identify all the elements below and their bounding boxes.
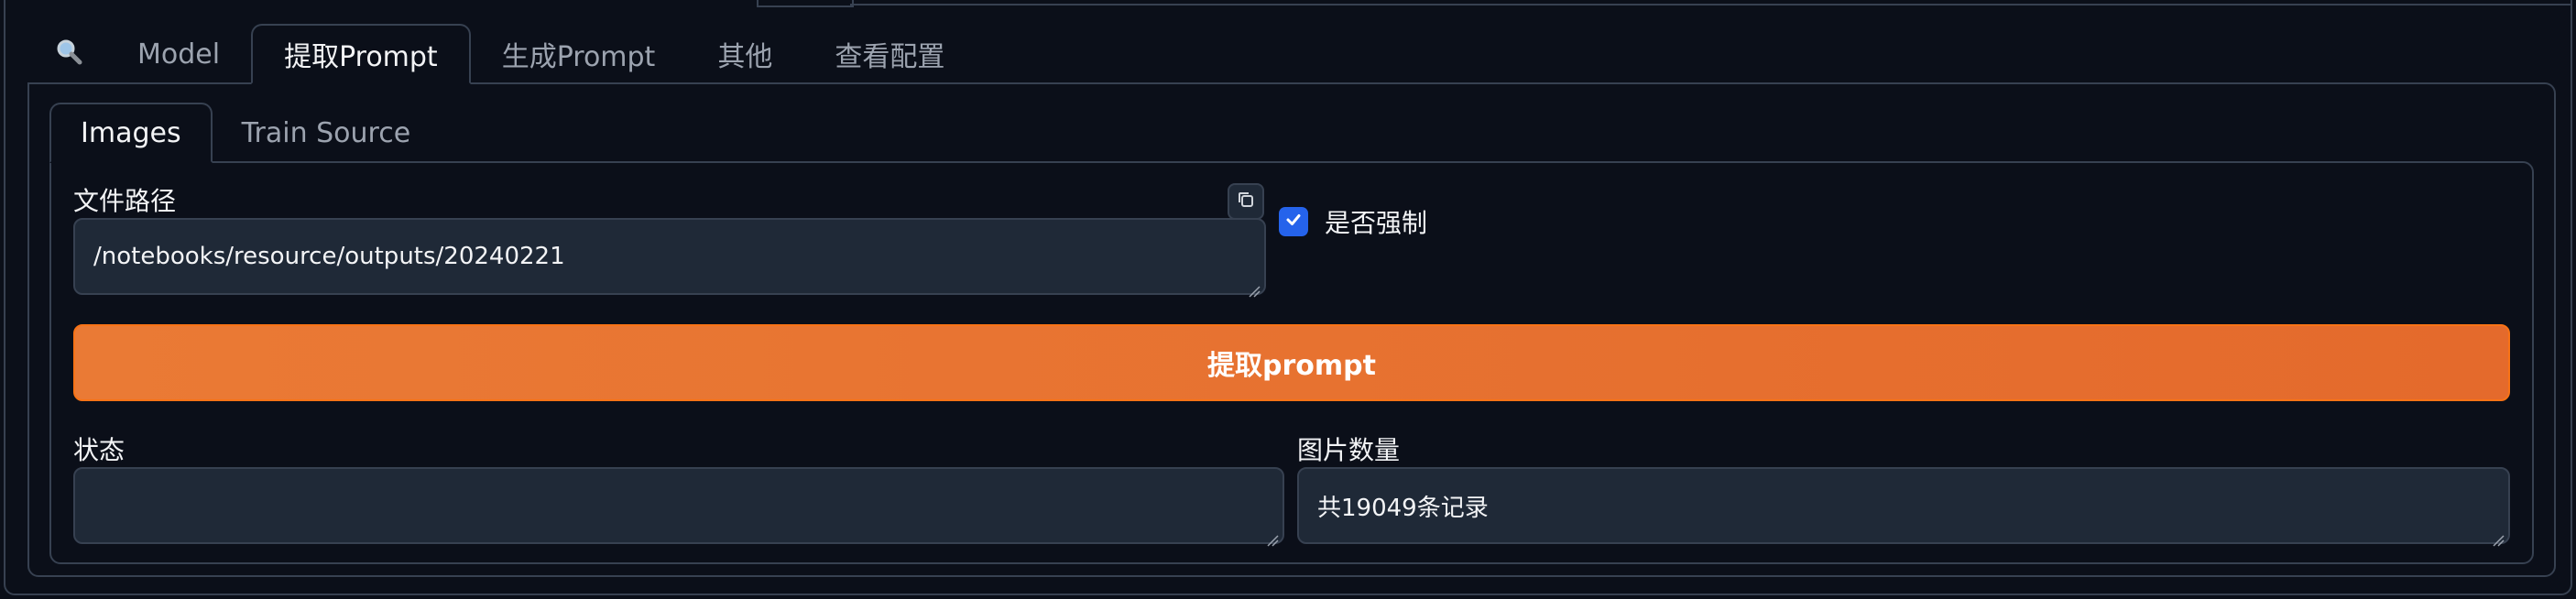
tab-search[interactable] (27, 24, 106, 84)
tab-generate-prompt[interactable]: 生成Prompt (471, 24, 687, 84)
status-label: 状态 (73, 435, 126, 465)
tab-view-config[interactable]: 查看配置 (803, 24, 976, 84)
tab-other[interactable]: 其他 (686, 24, 803, 84)
resize-handle-icon[interactable] (1248, 277, 1261, 298)
resize-handle-icon[interactable] (2492, 526, 2505, 547)
main-tabbar: Model 提取Prompt 生成Prompt 其他 查看配置 (27, 24, 976, 84)
resize-handle-icon[interactable] (1266, 526, 1279, 547)
checkmark-icon (1284, 211, 1303, 233)
image-count-label: 图片数量 (1297, 435, 1401, 465)
status-output[interactable] (73, 467, 1284, 547)
image-count-output[interactable]: 共19049条记录 (1297, 467, 2510, 547)
copy-button[interactable] (1228, 183, 1264, 220)
top-divider (850, 4, 2572, 5)
search-icon (55, 38, 82, 71)
app-page: Model 提取Prompt 生成Prompt 其他 查看配置 Images T… (0, 0, 2576, 599)
file-path-label: 文件路径 (73, 186, 177, 216)
tab-extract-prompt[interactable]: 提取Prompt (251, 24, 471, 84)
copy-icon (1236, 190, 1256, 213)
top-tab-stub (757, 0, 854, 7)
sub-tabbar: Images Train Source (49, 103, 440, 163)
tab-model[interactable]: Model (106, 24, 251, 84)
file-path-value: /notebooks/resource/outputs/20240221 (93, 243, 565, 270)
tab-images[interactable]: Images (49, 103, 213, 163)
force-checkbox-field[interactable]: 是否强制 (1279, 203, 1427, 240)
image-count-value: 共19049条记录 (1317, 494, 1489, 522)
tab-train-source[interactable]: Train Source (213, 103, 441, 163)
force-checkbox-label: 是否强制 (1325, 208, 1428, 238)
extract-prompt-button[interactable]: 提取prompt (73, 324, 2510, 401)
file-path-input[interactable]: /notebooks/resource/outputs/20240221 (73, 218, 1266, 298)
force-checkbox[interactable] (1279, 207, 1308, 236)
